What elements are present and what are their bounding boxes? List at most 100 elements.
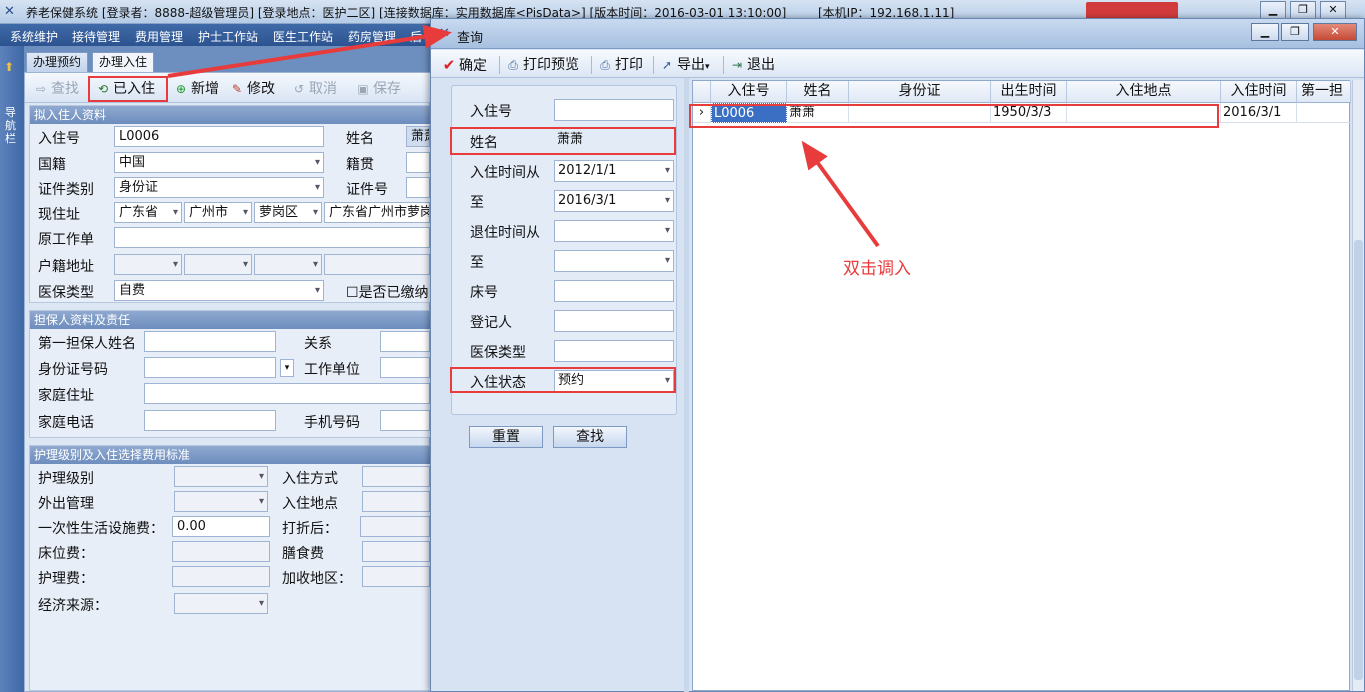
cell-location[interactable] xyxy=(1067,103,1221,123)
household-district-select[interactable] xyxy=(254,254,322,275)
add-button[interactable]: ⊕ 新增 xyxy=(173,78,219,100)
search-button[interactable]: 查找 xyxy=(553,426,627,448)
tab-reservation[interactable]: 办理预约 xyxy=(26,52,89,72)
id-no-field[interactable] xyxy=(406,177,430,198)
outing-select[interactable] xyxy=(174,491,268,512)
household-city-select[interactable] xyxy=(184,254,252,275)
print-preview-icon: ⎙ xyxy=(508,58,518,72)
menu-system[interactable]: 系统维护 xyxy=(10,28,58,45)
guarantor-id-field[interactable] xyxy=(144,357,276,378)
tab-checkin[interactable]: 办理入住 xyxy=(92,52,155,72)
dialog-close-button[interactable]: ✕ xyxy=(1313,23,1357,41)
label-name: 姓名 xyxy=(346,131,374,147)
household-address-field[interactable] xyxy=(324,254,430,275)
menu-fees[interactable]: 费用管理 xyxy=(135,28,183,45)
find-button[interactable]: ⇨ 查找 xyxy=(33,78,79,100)
care-level-select[interactable] xyxy=(174,466,268,487)
menu-doctor[interactable]: 医生工作站 xyxy=(273,28,333,45)
col-name[interactable]: 姓名 xyxy=(787,81,849,103)
col-guarantor[interactable]: 第一担 xyxy=(1297,81,1351,103)
nursing-fee-field[interactable] xyxy=(172,566,270,587)
native-place-field[interactable] xyxy=(406,152,430,173)
save-label: 保存 xyxy=(373,81,401,97)
panel-splitter[interactable] xyxy=(684,78,689,692)
guarantor-id-dropdown-icon[interactable]: ▾ xyxy=(280,359,294,377)
district-select[interactable]: 萝岗区 xyxy=(254,202,322,223)
find-icon: ⇨ xyxy=(35,82,47,96)
q-checkout-to-select[interactable] xyxy=(554,250,674,272)
province-select[interactable]: 广东省 xyxy=(114,202,182,223)
main-minimize-button[interactable]: ▁ xyxy=(1260,1,1286,19)
nationality-select[interactable]: 中国 xyxy=(114,152,324,173)
q-insurance-field[interactable] xyxy=(554,340,674,362)
cell-name[interactable]: 萧萧 xyxy=(787,103,849,123)
guarantor-name-field[interactable] xyxy=(144,331,276,352)
paid-checkbox[interactable]: ☐是否已缴纳 xyxy=(346,282,429,302)
household-province-select[interactable] xyxy=(114,254,182,275)
exit-button[interactable]: ⇥ 退出 xyxy=(729,54,775,76)
q-checkin-no-field[interactable] xyxy=(554,99,674,121)
col-id-card[interactable]: 身份证 xyxy=(849,81,991,103)
menu-nurse[interactable]: 护士工作站 xyxy=(198,28,258,45)
surcharge-area-field[interactable] xyxy=(362,566,430,587)
reset-button[interactable]: 重置 xyxy=(469,426,543,448)
main-close-button[interactable]: ✕ xyxy=(1320,1,1346,19)
q-checkin-from-select[interactable]: 2012/1/1 xyxy=(554,160,674,182)
workplace-field[interactable] xyxy=(380,357,430,378)
dialog-maximize-button[interactable]: ❐ xyxy=(1281,23,1309,41)
dialog-minimize-button[interactable]: ▁ xyxy=(1251,23,1279,41)
confirm-button[interactable]: ✔ 确定 xyxy=(441,54,487,76)
former-employer-field[interactable] xyxy=(114,227,430,248)
grid-scrollbar[interactable] xyxy=(1352,80,1364,691)
cancel-button[interactable]: ↺ 取消 xyxy=(291,78,337,100)
export-button[interactable]: ➚ 导出▾ xyxy=(659,54,710,76)
cell-guarantor[interactable] xyxy=(1297,103,1351,123)
nav-strip[interactable]: ⬆ 导航栏 xyxy=(0,46,24,692)
income-source-select[interactable] xyxy=(174,593,268,614)
menu-more[interactable]: 后 xyxy=(410,28,422,45)
save-button[interactable]: ▣ 保存 xyxy=(355,78,401,100)
cell-checkin-no[interactable]: L0006 xyxy=(711,103,787,123)
col-location[interactable]: 入住地点 xyxy=(1067,81,1221,103)
cell-birth[interactable]: 1950/3/3 xyxy=(991,103,1067,123)
q-name-field[interactable]: 萧萧 xyxy=(554,130,674,152)
checked-in-button[interactable]: ⟲ 已入住 xyxy=(95,78,155,100)
pin-icon[interactable]: ⬆ xyxy=(4,60,20,76)
one-time-fee-field[interactable]: 0.00 xyxy=(172,516,270,537)
col-checkin-no[interactable]: 入住号 xyxy=(711,81,787,103)
home-phone-field[interactable] xyxy=(144,410,276,431)
address-field[interactable]: 广东省广州市萝岗 xyxy=(324,202,430,223)
menu-reception[interactable]: 接待管理 xyxy=(72,28,120,45)
bed-fee-field[interactable] xyxy=(172,541,270,562)
print-button[interactable]: ⎙ 打印 xyxy=(597,54,643,76)
edit-button[interactable]: ✎ 修改 xyxy=(229,78,275,100)
cell-checkin-time[interactable]: 2016/3/1 xyxy=(1221,103,1297,123)
col-checkin-time[interactable]: 入住时间 xyxy=(1221,81,1297,103)
relation-field[interactable] xyxy=(380,331,430,352)
label-nationality: 国籍 xyxy=(38,157,66,173)
q-checkin-to-select[interactable]: 2016/3/1 xyxy=(554,190,674,212)
scrollbar-thumb[interactable] xyxy=(1354,240,1363,680)
label-one-time-fee: 一次性生活设施费： xyxy=(38,521,164,537)
checkin-mode-field[interactable] xyxy=(362,466,430,487)
q-checkout-from-select[interactable] xyxy=(554,220,674,242)
name-field[interactable]: 萧萧 xyxy=(406,126,430,147)
main-maximize-button[interactable]: ❐ xyxy=(1290,1,1316,19)
q-registrar-field[interactable] xyxy=(554,310,674,332)
mobile-field[interactable] xyxy=(380,410,430,431)
cell-id-card[interactable] xyxy=(849,103,991,123)
meal-fee-field[interactable] xyxy=(362,541,430,562)
home-address-field[interactable] xyxy=(144,383,430,404)
checkin-location-field[interactable] xyxy=(362,491,430,512)
col-birth[interactable]: 出生时间 xyxy=(991,81,1067,103)
discounted-field[interactable] xyxy=(360,516,430,537)
q-bed-no-field[interactable] xyxy=(554,280,674,302)
q-status-select[interactable]: 预约 xyxy=(554,370,674,392)
insurance-type-select[interactable]: 自费 xyxy=(114,280,324,301)
checkin-no-field[interactable]: L0006 xyxy=(114,126,324,147)
menu-pharmacy[interactable]: 药房管理 xyxy=(348,28,396,45)
print-preview-button[interactable]: ⎙ 打印预览 xyxy=(505,54,579,76)
city-select[interactable]: 广州市 xyxy=(184,202,252,223)
id-type-select[interactable]: 身份证 xyxy=(114,177,324,198)
toolbar-separator xyxy=(591,56,592,74)
